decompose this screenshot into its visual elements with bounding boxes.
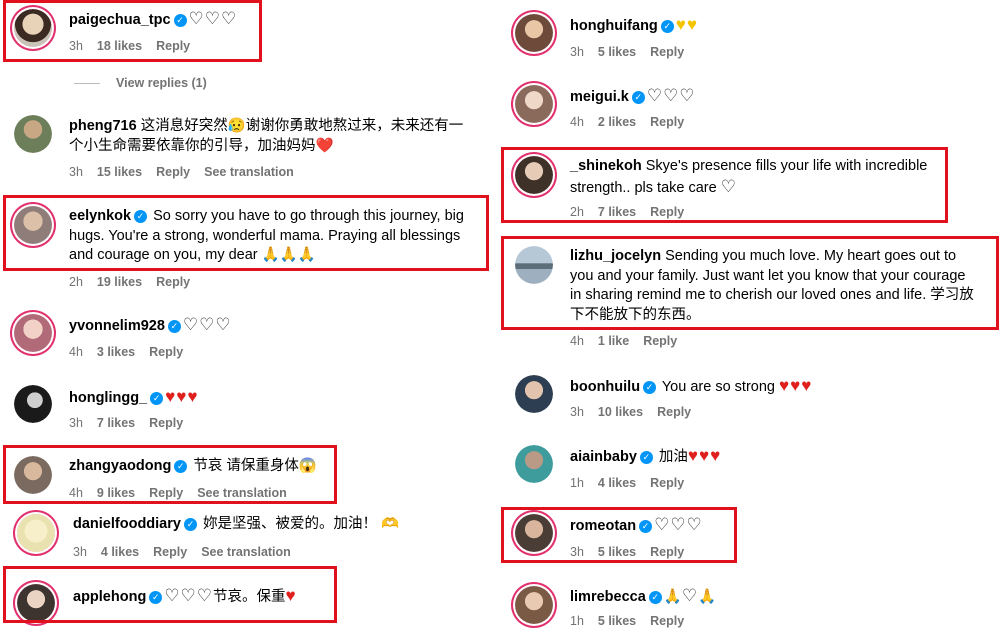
verified-icon: ✓ bbox=[648, 591, 662, 604]
like-count[interactable]: 4 likes bbox=[598, 476, 636, 490]
verified-icon: ✓ bbox=[643, 381, 657, 394]
avatar[interactable] bbox=[515, 85, 553, 123]
reply-button[interactable]: Reply bbox=[153, 545, 187, 559]
comment-time: 2h bbox=[69, 275, 83, 289]
like-count[interactable]: 10 likes bbox=[598, 405, 643, 419]
username[interactable]: aiainbaby bbox=[570, 449, 637, 465]
comment-time: 4h bbox=[69, 345, 83, 359]
emoji-reaction: 🙏 bbox=[663, 589, 682, 605]
reply-button[interactable]: Reply bbox=[650, 115, 684, 129]
see-translation-button[interactable]: See translation bbox=[204, 165, 294, 179]
username[interactable]: honglingg_ bbox=[69, 390, 147, 406]
heart-outline-icon: ♡ bbox=[681, 586, 699, 605]
heart-outline-icon: ♡♡♡ bbox=[182, 315, 232, 334]
username[interactable]: danielfooddiary bbox=[73, 516, 181, 532]
verified-icon: ✓ bbox=[660, 20, 674, 33]
username[interactable]: meigui.k bbox=[570, 89, 629, 105]
view-replies-button[interactable]: View replies (1) bbox=[116, 76, 207, 90]
verified-icon: ✓ bbox=[183, 518, 197, 531]
comment-time: 4h bbox=[570, 334, 584, 348]
comment-time: 3h bbox=[570, 405, 584, 419]
red-heart-icon: ♥♥♥ bbox=[165, 387, 199, 406]
comment-time: 1h bbox=[570, 476, 584, 490]
reply-button[interactable]: Reply bbox=[643, 334, 677, 348]
reply-button[interactable]: Reply bbox=[149, 345, 183, 359]
highlight-box bbox=[501, 507, 737, 563]
username[interactable]: honghuifang bbox=[570, 18, 658, 34]
highlight-box bbox=[3, 445, 337, 504]
avatar[interactable] bbox=[515, 445, 553, 483]
like-count[interactable]: 19 likes bbox=[97, 275, 142, 289]
highlight-box bbox=[501, 147, 948, 223]
comment-time: 4h bbox=[570, 115, 584, 129]
like-count[interactable]: 5 likes bbox=[598, 614, 636, 628]
avatar[interactable] bbox=[14, 314, 52, 352]
username[interactable]: pheng716 bbox=[69, 118, 137, 134]
comment-text: 加油 bbox=[658, 449, 688, 465]
verified-icon: ✓ bbox=[631, 91, 645, 104]
like-count[interactable]: 3 likes bbox=[97, 345, 135, 359]
comment-time: 3h bbox=[570, 45, 584, 59]
highlight-box bbox=[3, 195, 489, 271]
comment-text-line1: 这消息好突然😥谢谢你勇敢地熬过来，未来还有一 bbox=[140, 118, 464, 134]
avatar[interactable] bbox=[14, 385, 52, 423]
emoji-reaction: 🙏 bbox=[698, 589, 717, 605]
like-count[interactable]: 4 likes bbox=[101, 545, 139, 559]
comment-time: 3h bbox=[69, 165, 83, 179]
comment-time: 3h bbox=[73, 545, 87, 559]
comment-text: You are so strong bbox=[661, 379, 775, 395]
highlight-box bbox=[501, 236, 999, 330]
see-translation-button[interactable]: See translation bbox=[201, 545, 291, 559]
avatar[interactable] bbox=[515, 375, 553, 413]
like-count[interactable]: 1 like bbox=[598, 334, 629, 348]
reply-button[interactable]: Reply bbox=[149, 416, 183, 430]
comment-text: 妳是坚强、被爱的。加油！ 🫶 bbox=[203, 516, 400, 532]
reply-button[interactable]: Reply bbox=[156, 165, 190, 179]
reply-button[interactable]: Reply bbox=[657, 405, 691, 419]
comment-time: 1h bbox=[570, 614, 584, 628]
red-heart-icon: ♥♥♥ bbox=[687, 446, 722, 465]
like-count[interactable]: 5 likes bbox=[598, 45, 636, 59]
reply-button[interactable]: Reply bbox=[156, 275, 190, 289]
like-count[interactable]: 2 likes bbox=[598, 115, 636, 129]
heart-outline-icon: ♡♡♡ bbox=[646, 86, 696, 105]
like-count[interactable]: 15 likes bbox=[97, 165, 142, 179]
reply-button[interactable]: Reply bbox=[650, 45, 684, 59]
red-heart-icon: ♥♥♥ bbox=[779, 376, 813, 395]
highlight-box bbox=[3, 0, 262, 62]
avatar[interactable] bbox=[17, 514, 55, 552]
verified-icon: ✓ bbox=[639, 451, 653, 464]
avatar[interactable] bbox=[515, 586, 553, 624]
username[interactable]: yvonnelim928 bbox=[69, 318, 165, 334]
reply-button[interactable]: Reply bbox=[650, 614, 684, 628]
verified-icon: ✓ bbox=[167, 320, 181, 333]
view-replies-line bbox=[74, 83, 100, 84]
avatar[interactable] bbox=[515, 14, 553, 52]
avatar[interactable] bbox=[14, 115, 52, 153]
username[interactable]: limrebecca bbox=[570, 589, 646, 605]
username[interactable]: boonhuilu bbox=[570, 379, 640, 395]
reply-button[interactable]: Reply bbox=[650, 476, 684, 490]
like-count[interactable]: 7 likes bbox=[97, 416, 135, 430]
comment-text-line2: 个小生命需要依靠你的引导，加油妈妈❤️ bbox=[69, 137, 334, 154]
comment-time: 3h bbox=[69, 416, 83, 430]
verified-icon: ✓ bbox=[150, 392, 164, 405]
yellow-heart-icon: ♥♥ bbox=[675, 15, 698, 34]
highlight-box bbox=[3, 566, 337, 623]
